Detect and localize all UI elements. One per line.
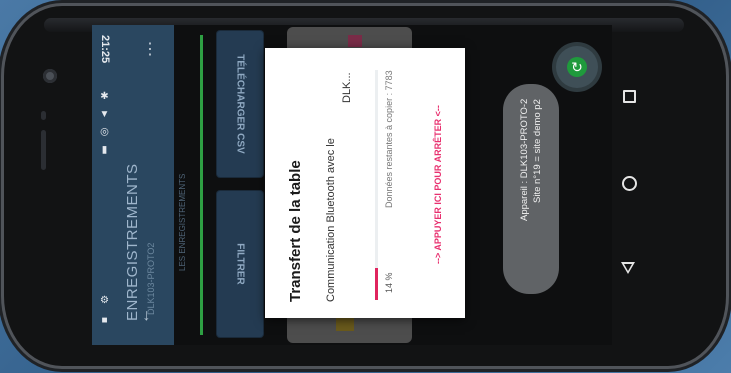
earpiece-speaker [41,130,46,170]
home-icon[interactable] [622,176,637,191]
stop-transfer-button[interactable]: --> APPUYER ICI POUR ARRÊTER <-- [433,68,443,302]
sync-icon: ↻ [567,57,587,77]
app-bar: 21:25 ✱ ▼ ◎ ▮ ⚙ ■ ⋮ ENREGISTREMENTS DLK1… [92,25,174,345]
remaining-count: Données restantes à copier : 7783 [384,70,394,208]
page-title: ENREGISTREMENTS [124,163,141,321]
status-icons: ✱ ▼ ◎ ▮ [99,91,110,158]
progress-bar [375,70,378,300]
front-camera [43,69,57,83]
dialog-title: Transfert de la table [287,160,304,302]
recent-apps-icon[interactable] [623,90,636,103]
progress-percent: 14 % [384,272,394,293]
list-header: LES ENREGISTREMENTS [178,173,187,271]
page-subtitle: DLK103-PROTO2 [146,242,156,315]
download-csv-label: TÉLÉCHARGER CSV [234,54,246,154]
transfer-dialog: Transfert de la table Communication Blue… [265,48,465,318]
arrow-back-icon[interactable]: ← [136,308,154,324]
progress-fill [375,267,378,300]
more-vert-icon[interactable]: ⋮ [142,39,158,59]
status-time: 21:25 [99,35,111,64]
sensor [41,111,46,120]
filter-label: FILTRER [234,243,246,285]
toast-device: Appareil : DLK103-PROTO-2 [519,99,530,222]
dialog-message-line2: DLK... [341,72,353,103]
tab-indicator [200,35,203,335]
record-marker [348,35,362,47]
download-csv-button[interactable]: TÉLÉCHARGER CSV [217,31,263,177]
notification-icons: ⚙ ■ [99,295,110,329]
sync-fab[interactable]: ↻ [556,46,598,88]
record-marker [336,317,354,331]
filter-button[interactable]: FILTRER [217,191,263,337]
back-triangle-icon[interactable] [621,262,635,274]
dialog-message-line1: Communication Bluetooth avec le [325,138,337,302]
status-bar: 21:25 ✱ ▼ ◎ ▮ ⚙ ■ [92,25,118,345]
toast-site: Site n°19 = site demo p2 [532,99,543,203]
device-toast: Appareil : DLK103-PROTO-2 Site n°19 = si… [503,84,559,294]
